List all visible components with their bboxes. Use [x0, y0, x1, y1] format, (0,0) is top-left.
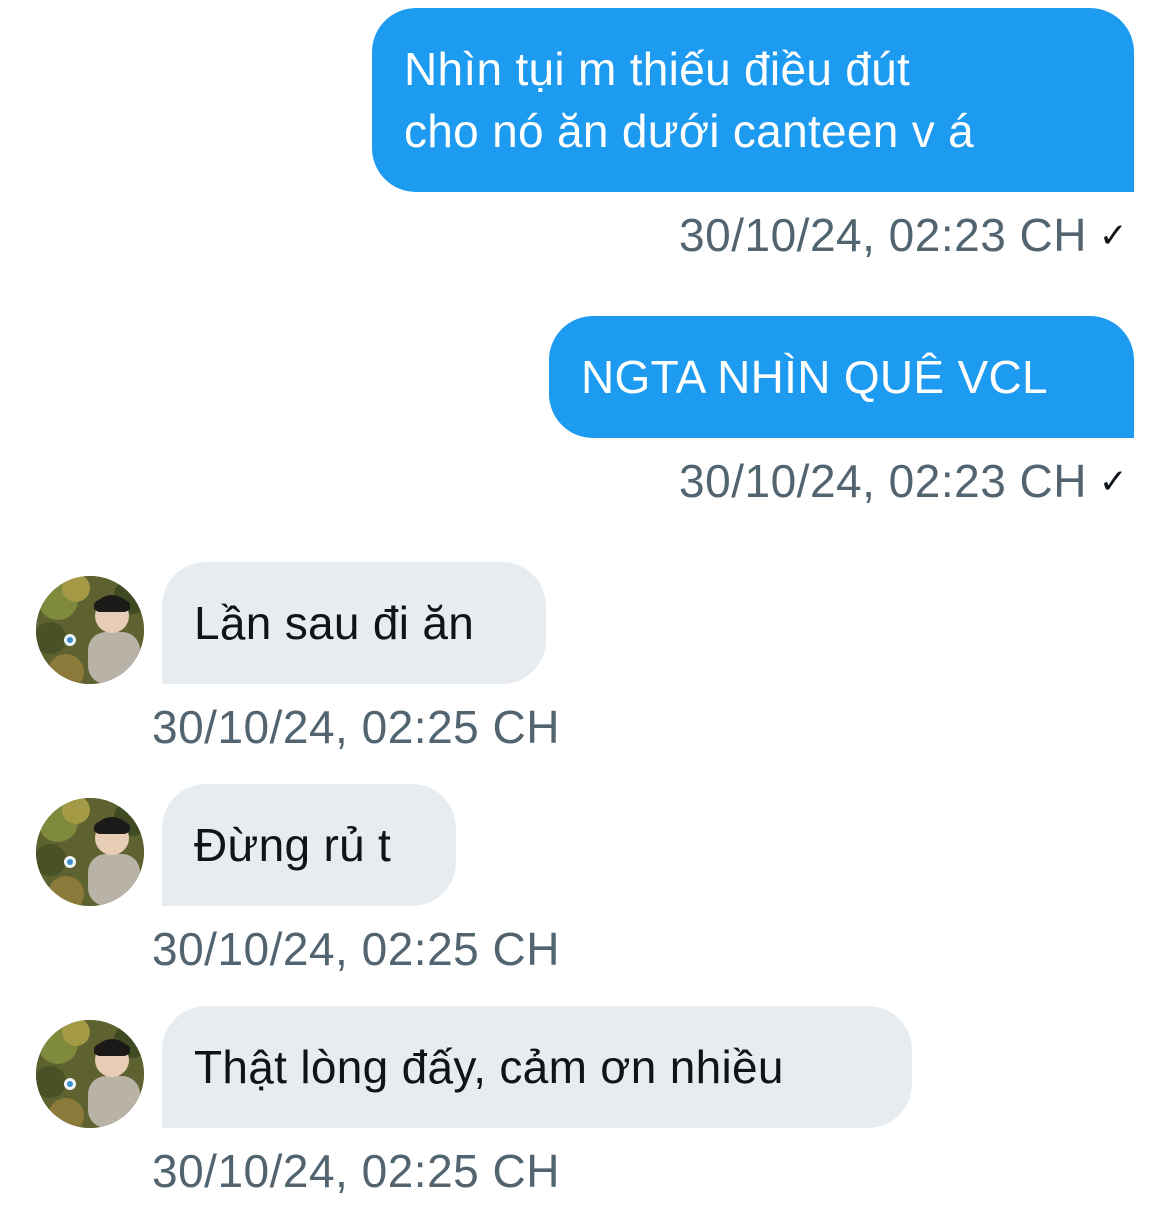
message-text-line: Lần sau đi ăn — [194, 597, 475, 649]
user-avatar[interactable] — [36, 1020, 144, 1128]
timestamp-text: 30/10/24, 02:23 CH — [679, 455, 1087, 507]
message-bubble-sent[interactable]: NGTA NHÌN QUÊ VCL — [549, 316, 1134, 438]
message-bubble-sent[interactable]: Nhìn tụi m thiếu điều đút cho nó ăn dưới… — [372, 8, 1134, 192]
timestamp-text: 30/10/24, 02:23 CH — [679, 209, 1087, 261]
message-bubble-received[interactable]: Thật lòng đấy, cảm ơn nhiều — [162, 1006, 912, 1128]
avatar-photo — [36, 576, 144, 684]
message-text-line: Thật lòng đấy, cảm ơn nhiều — [194, 1041, 784, 1093]
timestamp-text: 30/10/24, 02:25 CH — [152, 923, 560, 975]
message-timestamp: 30/10/24, 02:25 CH — [152, 700, 560, 754]
checkmark-icon: ✓ — [1099, 463, 1128, 501]
timestamp-text: 30/10/24, 02:25 CH — [152, 701, 560, 753]
message-bubble-received[interactable]: Đừng rủ t — [162, 784, 456, 906]
message-text-line: cho nó ăn dưới canteen v á — [404, 105, 975, 157]
avatar-photo — [36, 798, 144, 906]
message-bubble-received[interactable]: Lần sau đi ăn — [162, 562, 546, 684]
message-text-line: Đừng rủ t — [194, 819, 392, 871]
message-timestamp: 30/10/24, 02:23 CH ✓ — [679, 208, 1128, 263]
message-timestamp: 30/10/24, 02:23 CH ✓ — [679, 454, 1128, 509]
checkmark-icon: ✓ — [1099, 217, 1128, 255]
timestamp-text: 30/10/24, 02:25 CH — [152, 1145, 560, 1197]
message-timestamp: 30/10/24, 02:25 CH — [152, 922, 560, 976]
user-avatar[interactable] — [36, 798, 144, 906]
message-timestamp: 30/10/24, 02:25 CH — [152, 1144, 560, 1198]
avatar-photo — [36, 1020, 144, 1128]
user-avatar[interactable] — [36, 576, 144, 684]
message-text-line: Nhìn tụi m thiếu điều đút — [404, 43, 911, 95]
message-text-line: NGTA NHÌN QUÊ VCL — [581, 351, 1048, 403]
